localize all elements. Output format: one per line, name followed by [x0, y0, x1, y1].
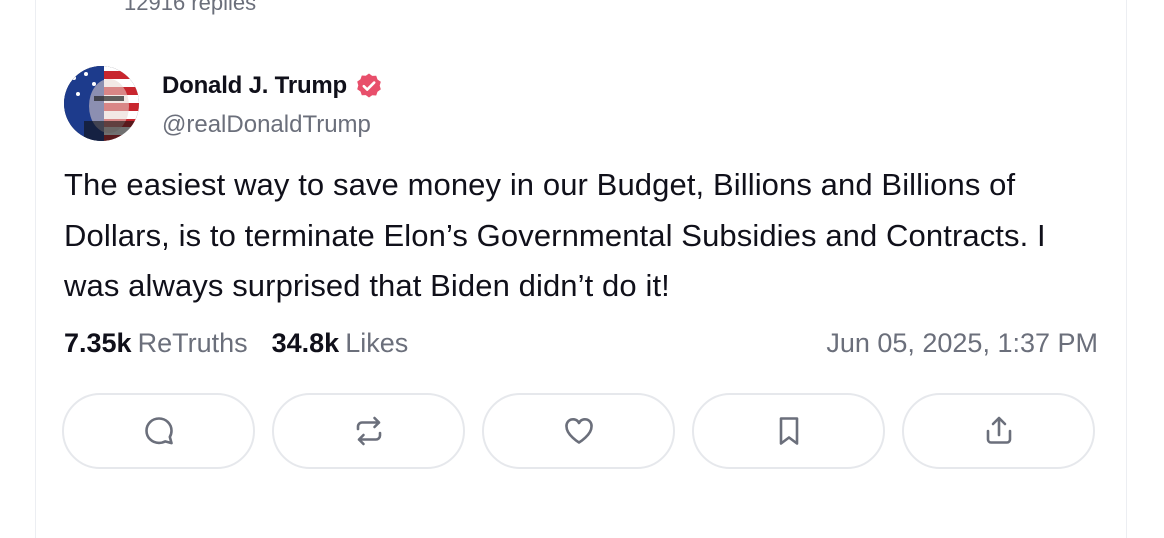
verified-badge-icon [357, 73, 381, 98]
previous-post-replies-count[interactable]: 12916 replies [124, 0, 256, 16]
reply-button[interactable] [62, 393, 255, 469]
bookmark-icon [779, 417, 798, 445]
retruth-button[interactable] [272, 393, 465, 469]
post-text: The easiest way to save money in our Bud… [64, 167, 1046, 303]
retruths-label[interactable]: ReTruths [138, 328, 248, 359]
share-button[interactable] [902, 393, 1095, 469]
author-handle[interactable]: @realDonaldTrump [162, 111, 371, 139]
author-name[interactable]: Donald J. Trump [162, 72, 347, 100]
avatar-image [64, 66, 139, 141]
likes-label[interactable]: Likes [345, 328, 408, 359]
author-row: Donald J. Trump [162, 72, 383, 100]
post-timestamp: Jun 05, 2025, 1:37 PM [826, 328, 1098, 358]
avatar[interactable] [64, 66, 139, 141]
share-icon [986, 416, 1011, 444]
like-button[interactable] [482, 393, 675, 469]
retruths-count[interactable]: 7.35k [64, 328, 132, 359]
bookmark-button[interactable] [692, 393, 885, 469]
heart-icon [564, 418, 593, 444]
post-stats: 7.35k ReTruths 34.8k Likes [64, 328, 408, 359]
likes-count[interactable]: 34.8k [272, 328, 340, 359]
action-bar [62, 393, 1095, 469]
reply-icon [144, 417, 173, 445]
retruth-icon [356, 416, 381, 446]
